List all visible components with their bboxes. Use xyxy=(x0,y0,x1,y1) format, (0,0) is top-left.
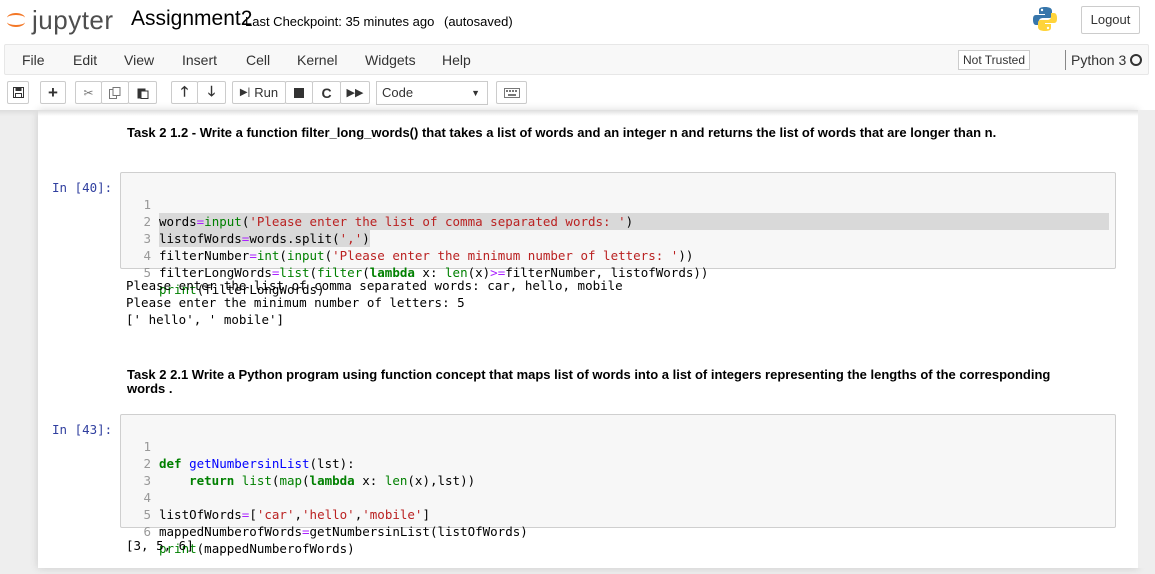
save-button[interactable] xyxy=(7,81,29,104)
paste-icon xyxy=(137,88,148,99)
output-line: [' hello', ' mobile'] xyxy=(126,312,285,327)
stop-icon xyxy=(294,87,304,98)
python-logo-icon xyxy=(1033,7,1057,31)
code-line: 3 xyxy=(121,455,1115,488)
code-line: 5 print(filterLongWords) xyxy=(121,247,1115,297)
code-line: 5 mappedNumberofWords=getNumbersinList(l… xyxy=(121,489,1115,539)
insert-cell-button[interactable]: + xyxy=(40,81,66,104)
code-cell-43[interactable]: 1 def getNumbersinList(lst): 2 return li… xyxy=(120,414,1116,556)
move-up-button[interactable]: 🡑 xyxy=(171,81,198,104)
input-prompt-40: In [40]: xyxy=(52,180,113,195)
menubar: File Edit View Insert Cell Kernel Widget… xyxy=(4,44,1149,75)
cut-icon: ✂ xyxy=(83,85,94,100)
restart-kernel-button[interactable]: C xyxy=(312,81,341,104)
checkpoint-status: Last Checkpoint: 35 minutes ago xyxy=(245,14,435,29)
cut-button[interactable]: ✂ xyxy=(75,81,102,104)
jupyter-logo-text: jupyter xyxy=(32,4,114,35)
page-scrollbar[interactable] xyxy=(1138,110,1155,568)
arrow-up-icon: 🡑 xyxy=(180,82,189,99)
autosave-status: (autosaved) xyxy=(444,14,513,29)
header-shadow xyxy=(0,110,1155,116)
logout-button[interactable]: Logout xyxy=(1081,6,1140,34)
interrupt-kernel-button[interactable] xyxy=(285,81,313,104)
chevron-down-icon: ▼ xyxy=(471,88,480,98)
code-line: 2 listofWords=words.split(',') xyxy=(121,196,1115,247)
kernel-idle-indicator xyxy=(1130,54,1142,66)
code-line: 1 def getNumbersinList(lst): xyxy=(121,421,1115,471)
run-button[interactable]: ▶| Run xyxy=(232,81,286,104)
menu-cell[interactable]: Cell xyxy=(246,52,270,68)
markdown-cell-task-2-1[interactable]: Task 2 2.1 Write a Python program using … xyxy=(127,368,1057,396)
save-icon xyxy=(12,87,24,98)
code-line: 6 print(mappedNumberofWords) xyxy=(121,506,1115,556)
paste-button[interactable] xyxy=(128,81,157,104)
restart-icon: C xyxy=(321,84,332,101)
header: jupyter Assignment2 Last Checkpoint: 35 … xyxy=(0,0,1155,110)
code-text: mappedNumberofWords=getNumbersinList(lis… xyxy=(159,524,528,539)
menu-file[interactable]: File xyxy=(22,52,45,68)
jupyter-logo[interactable]: jupyter xyxy=(4,4,114,35)
menu-insert[interactable]: Insert xyxy=(182,52,217,68)
run-label: Run xyxy=(254,85,279,100)
code-line: 4 filterLongWords=list(filter(lambda x: … xyxy=(121,230,1115,280)
cell-type-value: Code xyxy=(382,85,414,100)
code-line: 2 return list(map(lambda x: len(x),lst)) xyxy=(121,438,1115,488)
move-down-button[interactable]: 🡓 xyxy=(197,81,226,104)
copy-icon xyxy=(109,86,121,99)
output-line: Please enter the list of comma separated… xyxy=(126,278,623,293)
restart-run-all-button[interactable]: ▶▶ xyxy=(340,81,370,104)
keyboard-icon xyxy=(503,87,520,98)
menu-view[interactable]: View xyxy=(124,52,154,68)
cell-type-select[interactable]: Code ▼ xyxy=(376,81,488,105)
code-line: 3 filterNumber=int(input('Please enter t… xyxy=(121,213,1115,263)
menu-kernel[interactable]: Kernel xyxy=(297,52,337,68)
menu-help[interactable]: Help xyxy=(442,52,471,68)
menu-widgets[interactable]: Widgets xyxy=(365,52,416,68)
output-line: [3, 5, 6] xyxy=(126,538,194,553)
command-palette-button[interactable] xyxy=(496,81,527,104)
plus-icon: + xyxy=(48,83,58,102)
copy-button[interactable] xyxy=(101,81,129,104)
notebook-name[interactable]: Assignment2 xyxy=(131,7,252,31)
code-cell-40[interactable]: 1 words=input('Please enter the list of … xyxy=(120,172,1116,297)
markdown-cell-task-1-2[interactable]: Task 2 1.2 - Write a function filter_lon… xyxy=(127,126,1057,140)
code-line: 4 listOfWords=['car','hello','mobile'] xyxy=(121,472,1115,522)
jupyter-logo-icon xyxy=(7,13,25,27)
menu-edit[interactable]: Edit xyxy=(73,52,97,68)
code-line: 1 words=input('Please enter the list of … xyxy=(121,179,1115,230)
run-icon: ▶| xyxy=(239,87,251,98)
output-line: Please enter the minimum number of lette… xyxy=(126,295,465,310)
fast-forward-icon: ▶▶ xyxy=(346,87,364,99)
kernel-name: Python 3 xyxy=(1065,50,1126,70)
trust-status-button[interactable]: Not Trusted xyxy=(958,50,1030,70)
arrow-down-icon: 🡓 xyxy=(207,82,216,99)
input-prompt-43: In [43]: xyxy=(52,422,113,437)
